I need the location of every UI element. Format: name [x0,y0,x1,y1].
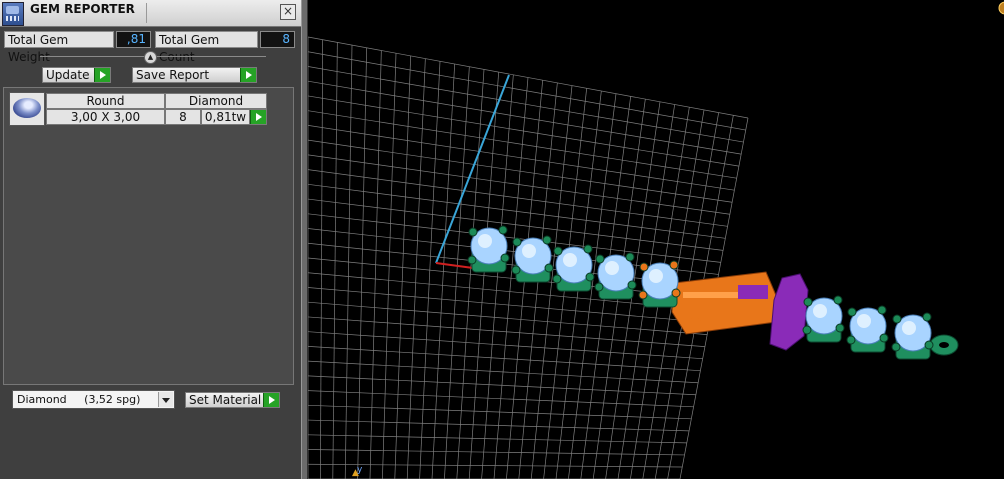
svg-text:y: y [357,465,363,475]
gem-prong [638,290,648,300]
gem-prong [846,335,856,345]
gem-prong [468,227,478,237]
gem-prong [627,280,637,290]
gem-highlight [857,314,871,328]
gem-shape-cell: Round [46,93,165,109]
gem-prong [669,260,679,270]
gem-prong [467,255,477,265]
gem-prong [892,314,902,324]
gem-prong [833,295,843,305]
x-axis-line [435,262,474,269]
gem-prong [671,288,681,298]
gem-prong [498,225,508,235]
gem-prong [512,237,522,247]
gem-prong [835,323,845,333]
gem-prong [922,312,932,322]
close-icon[interactable]: × [280,4,296,20]
set-material-label: Set Material [189,393,262,407]
collapse-icon[interactable]: ▲ [144,51,157,64]
save-report-label: Save Report [136,68,210,82]
save-report-button[interactable]: Save Report [132,67,257,83]
gem-prong [847,307,857,317]
bracelet-model[interactable] [467,225,959,360]
gem-highlight [478,234,492,248]
play-icon [263,393,279,407]
gem-prong [500,253,510,263]
title-bar: GEM REPORTER × [0,0,301,27]
grid-line [308,346,701,372]
gem-reporter-icon [2,2,24,26]
gem-prong [891,342,901,352]
total-gem-weight-value: ,81 [116,31,151,48]
total-gem-weight-label: Total Gem Weight [4,31,114,64]
clasp-body [671,271,779,335]
round-gem-icon [13,98,41,118]
gem-prong [511,265,521,275]
material-select[interactable]: Diamond (3,52 spg) [12,390,175,409]
clasp-knob [689,317,701,329]
gem-row-action-button[interactable] [250,109,267,125]
hinge-lock [738,285,768,299]
hinge [769,273,809,351]
gem-prong [594,282,604,292]
gem-highlight [649,269,663,283]
grid-line [308,360,699,384]
gem-prong [625,252,635,262]
gem-prong [553,246,563,256]
gem-highlight [813,304,827,318]
grid-line [308,331,703,360]
update-button-label: Update [46,68,90,82]
gem-highlight [563,253,577,267]
gem-prong [879,333,889,343]
gem-prong [544,263,554,273]
gem-thumbnail[interactable] [9,92,45,126]
title-divider [146,3,147,23]
gem-prong [585,272,595,282]
view-orbit-icon[interactable] [998,1,1004,15]
set-material-button[interactable]: Set Material [185,392,280,408]
grid-line [308,390,694,408]
end-loop-hole [939,342,949,348]
update-button[interactable]: Update [42,67,111,83]
grid-line [308,316,705,347]
gem-weight-cell: 0,81tw [201,109,250,125]
gem-list [3,87,294,385]
gem-prong [924,340,934,350]
gem-highlight [902,321,916,335]
axis-gizmo-icon: ▲ y [352,465,363,478]
gem-size-cell: 3,00 X 3,00 [46,109,165,125]
panel-title: GEM REPORTER [30,2,135,16]
play-icon [250,110,266,124]
gem-count-cell: 8 [165,109,201,125]
gem-prong [595,254,605,264]
gem-prong [803,297,813,307]
gem-prong [583,244,593,254]
grid-line [308,375,696,396]
play-icon [240,68,256,82]
gem-reporter-panel: GEM REPORTER × Total Gem Weight ,81 Tota… [0,0,301,479]
total-gem-count-value: 8 [260,31,295,48]
grid-line [308,404,692,420]
gem-prong [542,235,552,245]
gem-material-cell: Diamond [165,93,267,109]
gem-prong [639,262,649,272]
gem-prong [802,325,812,335]
3d-viewport[interactable]: ▲ y [308,0,1004,479]
chevron-down-icon[interactable] [158,392,173,407]
gem-highlight [522,244,536,258]
material-select-value: Diamond (3,52 spg) [17,393,141,406]
total-gem-count-label: Total Gem Count [155,31,258,64]
viewport-scene: ▲ y [308,1,1004,479]
play-icon [94,68,110,82]
gem-prong [877,305,887,315]
gem-prong [552,274,562,284]
panel-splitter[interactable] [301,0,308,479]
gem-highlight [605,261,619,275]
